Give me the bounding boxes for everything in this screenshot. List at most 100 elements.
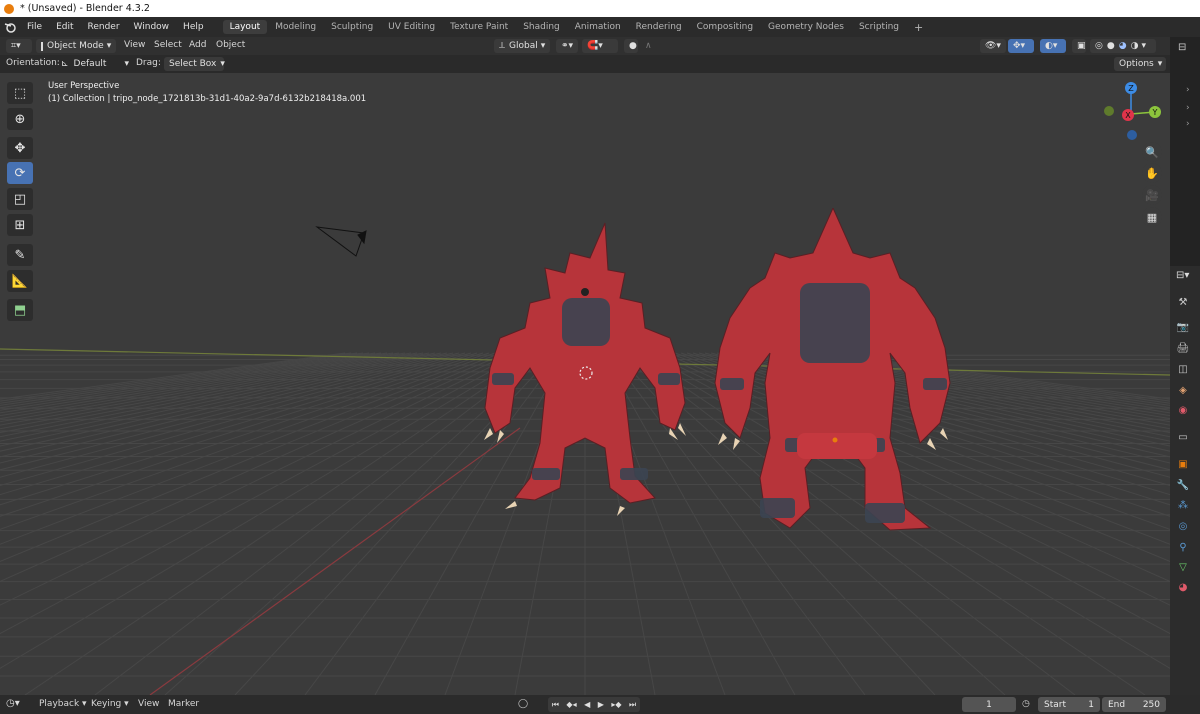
menu-help[interactable]: Help: [176, 22, 211, 32]
mode-dropdown[interactable]: Object Mode ▾: [36, 39, 116, 53]
3d-viewport[interactable]: User Perspective (1) Collection | tripo_…: [0, 73, 1170, 695]
camera-object-icon[interactable]: [314, 223, 374, 263]
header-menu-view[interactable]: View: [124, 40, 145, 50]
zoom-button[interactable]: 🔍: [1142, 142, 1162, 162]
cursor-tool[interactable]: ⊕: [7, 108, 33, 130]
play-reverse-icon[interactable]: ◀: [584, 700, 590, 709]
current-frame-field[interactable]: 1: [962, 697, 1016, 712]
proportional-edit-button[interactable]: ●: [624, 39, 638, 53]
prev-keyframe-icon[interactable]: ◆◂: [566, 700, 576, 709]
particles-properties-icon[interactable]: ⁂: [1176, 498, 1190, 512]
timeline-menu-view[interactable]: View: [138, 699, 159, 709]
tab-layout[interactable]: Layout: [222, 20, 268, 34]
render-properties-icon[interactable]: 📷: [1176, 320, 1190, 334]
navigation-gizmo[interactable]: Z Y X: [1098, 81, 1164, 143]
snap-button[interactable]: 🧲▾: [582, 39, 618, 53]
menu-window[interactable]: Window: [127, 22, 177, 32]
timeline-menu-playback[interactable]: Playback ▾: [39, 699, 87, 709]
pivot-point-button[interactable]: ⚭▾: [556, 39, 578, 53]
measure-tool[interactable]: 📐: [7, 270, 33, 292]
view-layer-properties-icon[interactable]: ◫: [1176, 362, 1190, 376]
header-menu-select[interactable]: Select: [154, 40, 182, 50]
header-menu-object[interactable]: Object: [216, 40, 245, 50]
drag-dropdown[interactable]: Select Box ▾: [164, 57, 225, 71]
overlays-toggle-button[interactable]: ◐▾: [1040, 39, 1066, 53]
menu-file[interactable]: File: [20, 22, 49, 32]
grid-line: [0, 352, 496, 530]
orientation-dropdown[interactable]: ⊾ Default ▾: [56, 57, 130, 71]
timeline-menu-keying[interactable]: Keying ▾: [91, 699, 129, 709]
tab-shading[interactable]: Shading: [516, 20, 567, 34]
select-box-tool[interactable]: ⬚: [7, 82, 33, 104]
xray-button[interactable]: ▣: [1072, 39, 1086, 53]
creature-model-front[interactable]: [470, 218, 700, 528]
data-properties-icon[interactable]: ▽: [1176, 560, 1190, 574]
rotate-tool[interactable]: ⟳: [7, 162, 33, 184]
creature-model-back[interactable]: [705, 208, 965, 548]
world-properties-icon[interactable]: ◉: [1176, 403, 1190, 417]
viewport-perspective-label: User Perspective: [48, 81, 120, 91]
tab-compositing[interactable]: Compositing: [690, 20, 760, 34]
neg-y-axis-icon[interactable]: [1104, 106, 1114, 116]
annotate-tool[interactable]: ✎: [7, 244, 33, 266]
pan-button[interactable]: ✋: [1142, 163, 1162, 183]
add-cube-tool[interactable]: ⬒: [7, 299, 33, 321]
scale-tool[interactable]: ◰: [7, 188, 33, 210]
object-properties-icon[interactable]: ▣: [1176, 457, 1190, 471]
snap-icon: 🧲▾: [587, 41, 603, 51]
auto-keying-icon[interactable]: ◯: [518, 699, 528, 709]
menu-edit[interactable]: Edit: [49, 22, 80, 32]
chevron-right-icon[interactable]: ›: [1186, 119, 1190, 129]
rendered-shading-icon[interactable]: ◑: [1131, 41, 1139, 51]
physics-properties-icon[interactable]: ◎: [1176, 519, 1190, 533]
timeline-editor-type-icon[interactable]: ◷▾: [6, 698, 20, 709]
tab-geometry-nodes[interactable]: Geometry Nodes: [761, 20, 851, 34]
shading-mode-buttons[interactable]: ◎ ● ◕ ◑ ▾: [1090, 39, 1156, 53]
play-icon[interactable]: ▶: [598, 700, 604, 709]
end-frame-field[interactable]: End 250: [1102, 697, 1166, 712]
output-properties-icon[interactable]: 🖨: [1176, 341, 1190, 355]
tool-settings-bar: Orientation: ⊾ Default ▾ Drag: Select Bo…: [0, 55, 1170, 73]
jump-end-icon[interactable]: ⏭: [629, 700, 636, 710]
neg-z-axis-icon[interactable]: [1127, 130, 1137, 140]
tool-properties-icon[interactable]: ⚒: [1176, 295, 1190, 309]
jump-start-icon[interactable]: ⏮: [552, 700, 559, 710]
visibility-button[interactable]: 👁▾: [980, 39, 1006, 53]
sidebar-toggle-icon[interactable]: ⊟: [1178, 42, 1186, 53]
tab-texture-paint[interactable]: Texture Paint: [443, 20, 515, 34]
next-keyframe-icon[interactable]: ▸◆: [611, 700, 621, 709]
start-frame-field[interactable]: Start 1: [1038, 697, 1100, 712]
blender-menu-icon[interactable]: [0, 21, 20, 33]
chevron-right-icon[interactable]: ›: [1186, 85, 1190, 95]
tab-scripting[interactable]: Scripting: [852, 20, 906, 34]
tab-animation[interactable]: Animation: [568, 20, 628, 34]
transform-tool[interactable]: ⊞: [7, 214, 33, 236]
tab-uv-editing[interactable]: UV Editing: [381, 20, 442, 34]
ortho-toggle-button[interactable]: ▦: [1142, 207, 1162, 227]
editor-type-button[interactable]: ⌗▾: [6, 39, 32, 53]
properties-editor-type-icon[interactable]: ⊟▾: [1176, 270, 1189, 281]
constraints-properties-icon[interactable]: ⚲: [1176, 540, 1190, 554]
transform-orientation-dropdown[interactable]: ⟂ Global ▾: [494, 39, 550, 53]
modifier-properties-icon[interactable]: 🔧: [1176, 478, 1190, 492]
material-shading-icon[interactable]: ◕: [1119, 41, 1127, 51]
falloff-button[interactable]: ∧: [640, 39, 656, 53]
header-menu-add[interactable]: Add: [189, 40, 206, 50]
preview-range-icon[interactable]: ◷: [1022, 699, 1030, 709]
wireframe-shading-icon[interactable]: ◎: [1095, 41, 1103, 51]
chevron-right-icon[interactable]: ›: [1186, 103, 1190, 113]
collection-properties-icon[interactable]: ▭: [1176, 430, 1190, 444]
tab-sculpting[interactable]: Sculpting: [324, 20, 380, 34]
camera-view-button[interactable]: 🎥: [1142, 185, 1162, 205]
add-workspace-button[interactable]: +: [907, 19, 930, 36]
solid-shading-icon[interactable]: ●: [1107, 41, 1115, 51]
move-tool[interactable]: ✥: [7, 137, 33, 159]
gizmo-toggle-button[interactable]: ✥▾: [1008, 39, 1034, 53]
scene-properties-icon[interactable]: ◈: [1176, 383, 1190, 397]
options-dropdown[interactable]: Options ▾: [1114, 57, 1166, 71]
tab-modeling[interactable]: Modeling: [268, 20, 323, 34]
tab-rendering[interactable]: Rendering: [629, 20, 689, 34]
timeline-menu-marker[interactable]: Marker: [168, 699, 199, 709]
material-properties-icon[interactable]: ◕: [1176, 580, 1190, 594]
menu-render[interactable]: Render: [81, 22, 127, 32]
